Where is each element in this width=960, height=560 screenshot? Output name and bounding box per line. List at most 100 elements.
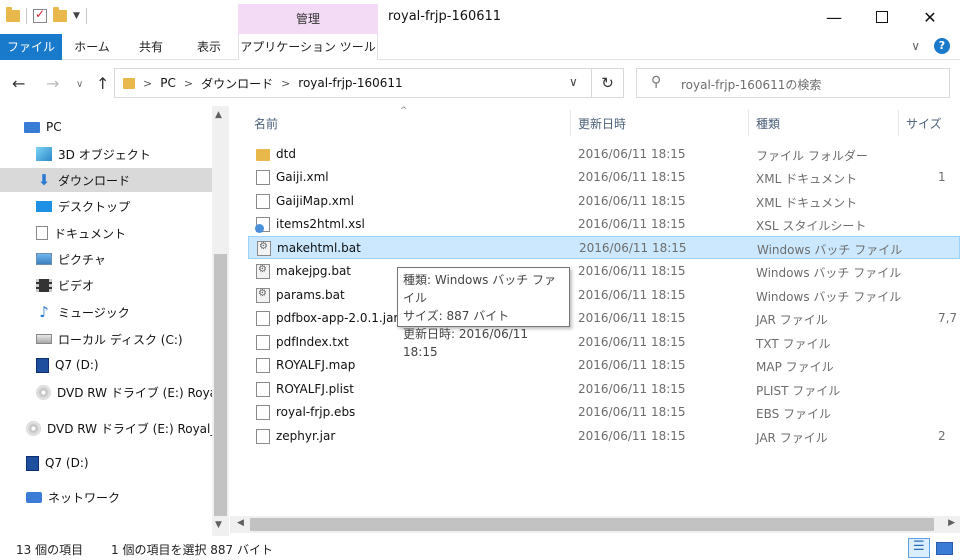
forward-arrow-icon[interactable]: → [46,74,59,93]
music-icon: ♪ [39,303,49,321]
maximize-button[interactable] [858,0,906,34]
ribbon-controls: ∨ ? [911,38,950,54]
file-row[interactable]: Gaiji.xml 2016/06/11 18:15 XML ドキュメント 1 [248,166,960,189]
file-row[interactable]: GaijiMap.xml 2016/06/11 18:15 XML ドキュメント [248,190,960,213]
file-info-tooltip: 種類: Windows バッチ ファイル サイズ: 887 バイト 更新日時: … [397,267,570,359]
xml-file-icon [256,170,270,185]
expand-ribbon-icon[interactable]: ∨ [911,39,920,53]
file-row[interactable]: zephyr.jar 2016/06/11 18:15 JAR ファイル 2 [248,425,960,448]
file-icon [256,405,270,420]
breadcrumb-pc[interactable]: PC [160,76,176,90]
column-header-size[interactable]: サイズ [906,110,942,138]
large-icons-view-icon[interactable] [933,538,955,558]
folder-icon [6,7,20,22]
tooltip-modified: 更新日時: 2016/06/11 18:15 [403,327,529,359]
nav-item-pc[interactable]: PC [24,115,236,139]
scrollbar-thumb[interactable] [214,254,227,516]
nav-item-network[interactable]: ネットワーク [0,485,212,509]
tab-file[interactable]: ファイル [0,34,62,60]
nav-item-videos[interactable]: ビデオ [0,273,212,297]
search-icon: ⚲ [651,74,662,90]
file-row[interactable]: items2html.xsl 2016/06/11 18:15 XSL スタイル… [248,213,960,236]
nav-item-dvd-drive-root[interactable]: DVD RW ドライブ (E:) Royal_F [0,416,212,440]
file-size: 7,7 [938,311,958,325]
nav-item-3d-objects[interactable]: 3D オブジェクト [0,142,212,166]
chevron-down-icon[interactable]: ∨ [569,75,578,89]
file-row[interactable]: makejpg.bat 2016/06/11 18:15 Windows バッチ… [248,260,960,283]
tooltip-type: 種類: Windows バッチ ファイル [403,273,557,305]
column-header-name[interactable]: 名前 [254,110,278,138]
chevron-right-icon[interactable]: > [143,77,152,90]
nav-item-pictures[interactable]: ピクチャ [0,247,212,271]
ribbon-tabs: ファイル ホーム 共有 表示 アプリケーション ツール ∨ ? [0,34,960,60]
file-row[interactable]: ROYALFJ.map 2016/06/11 18:15 MAP ファイル [248,354,960,377]
tab-view[interactable]: 表示 [180,34,238,60]
videos-icon [36,278,52,292]
scroll-left-icon[interactable]: ◀ [237,518,244,528]
refresh-button[interactable]: ↻ [592,68,624,98]
file-row[interactable]: pdfbox-app-2.0.1.jar 2016/06/11 18:15 JA… [248,307,960,330]
file-row[interactable]: pdfIndex.txt 2016/06/11 18:15 TXT ファイル [248,331,960,354]
back-arrow-icon[interactable]: ← [12,74,25,93]
close-button[interactable]: ✕ [906,0,954,34]
file-row[interactable]: dtd 2016/06/11 18:15 ファイル フォルダー [248,143,960,166]
properties-icon[interactable] [33,7,47,23]
chevron-right-icon[interactable]: > [184,77,193,90]
search-input[interactable]: ⚲ royal-frjp-160611の検索 [636,68,950,98]
chevron-right-icon[interactable]: > [281,77,290,90]
nav-item-label: PC [46,120,62,134]
file-date: 2016/06/11 18:15 [578,382,686,396]
file-name: pdfbox-app-2.0.1.jar [276,311,399,325]
tab-share[interactable]: 共有 [122,34,180,60]
up-arrow-icon[interactable]: ↑ [96,74,109,93]
window-title: royal-frjp-160611 [388,9,502,24]
nav-item-drive-q7[interactable]: Q7 (D:) [0,353,212,377]
refresh-icon: ↻ [601,74,614,92]
separator [26,8,27,24]
customize-quick-access-icon[interactable]: ▼ [73,11,80,21]
file-row[interactable]: ROYALFJ.plist 2016/06/11 18:15 PLIST ファイ… [248,378,960,401]
nav-pane-scrollbar[interactable]: ▲ ▼ [212,106,229,536]
minimize-button[interactable]: — [810,0,858,34]
nav-item-drive-q7-root[interactable]: Q7 (D:) [0,451,212,475]
column-divider[interactable] [898,110,899,136]
column-divider[interactable] [748,110,749,136]
file-name: ROYALFJ.plist [276,382,354,396]
nav-item-dvd-drive[interactable]: DVD RW ドライブ (E:) Royal_ [0,380,212,404]
title-bar: ▼ 管理 royal-frjp-160611 — ✕ [0,0,960,34]
column-header-date[interactable]: 更新日時 [578,110,626,138]
scrollbar-thumb[interactable] [250,518,934,531]
column-header-type[interactable]: 種類 [756,110,780,138]
file-list-horizontal-scrollbar[interactable]: ◀ ▶ [230,516,960,533]
nav-item-label: ネットワーク [48,490,121,505]
file-type: ファイル フォルダー [756,149,868,163]
tab-home[interactable]: ホーム [62,34,122,60]
breadcrumb-downloads[interactable]: ダウンロード [201,75,273,92]
scroll-right-icon[interactable]: ▶ [948,518,955,528]
scroll-up-icon[interactable]: ▲ [215,110,222,120]
address-bar[interactable]: > PC > ダウンロード > royal-frjp-160611 ∨ [114,68,592,98]
nav-item-documents[interactable]: ドキュメント [0,221,212,245]
new-folder-icon[interactable] [53,7,67,22]
manage-tab-header[interactable]: 管理 [238,4,378,34]
column-divider[interactable] [570,110,571,136]
file-row[interactable]: params.bat 2016/06/11 18:15 Windows バッチ … [248,284,960,307]
scroll-down-icon[interactable]: ▼ [215,520,222,530]
nav-item-music[interactable]: ♪ ミュージック [0,300,212,324]
nav-item-downloads[interactable]: ⬇ ダウンロード [0,168,212,192]
file-type: XML ドキュメント [756,172,858,186]
details-view-icon[interactable] [908,538,930,558]
folder-icon [256,149,270,161]
pc-icon [24,121,40,133]
file-type: XSL スタイルシート [756,219,867,233]
nav-item-local-disk[interactable]: ローカル ディスク (C:) [0,327,212,351]
file-row[interactable]: royal-frjp.ebs 2016/06/11 18:15 EBS ファイル [248,401,960,424]
file-row-selected[interactable]: makehtml.bat 2016/06/11 18:15 Windows バッ… [248,236,960,259]
jar-file-icon [256,429,270,444]
breadcrumb-current-folder[interactable]: royal-frjp-160611 [298,76,402,90]
tab-application-tools[interactable]: アプリケーション ツール [238,34,378,60]
help-icon[interactable]: ? [934,38,950,54]
nav-item-label: Q7 (D:) [45,456,89,470]
recent-locations-icon[interactable]: ∨ [76,79,83,90]
nav-item-desktop[interactable]: デスクトップ [0,194,212,218]
